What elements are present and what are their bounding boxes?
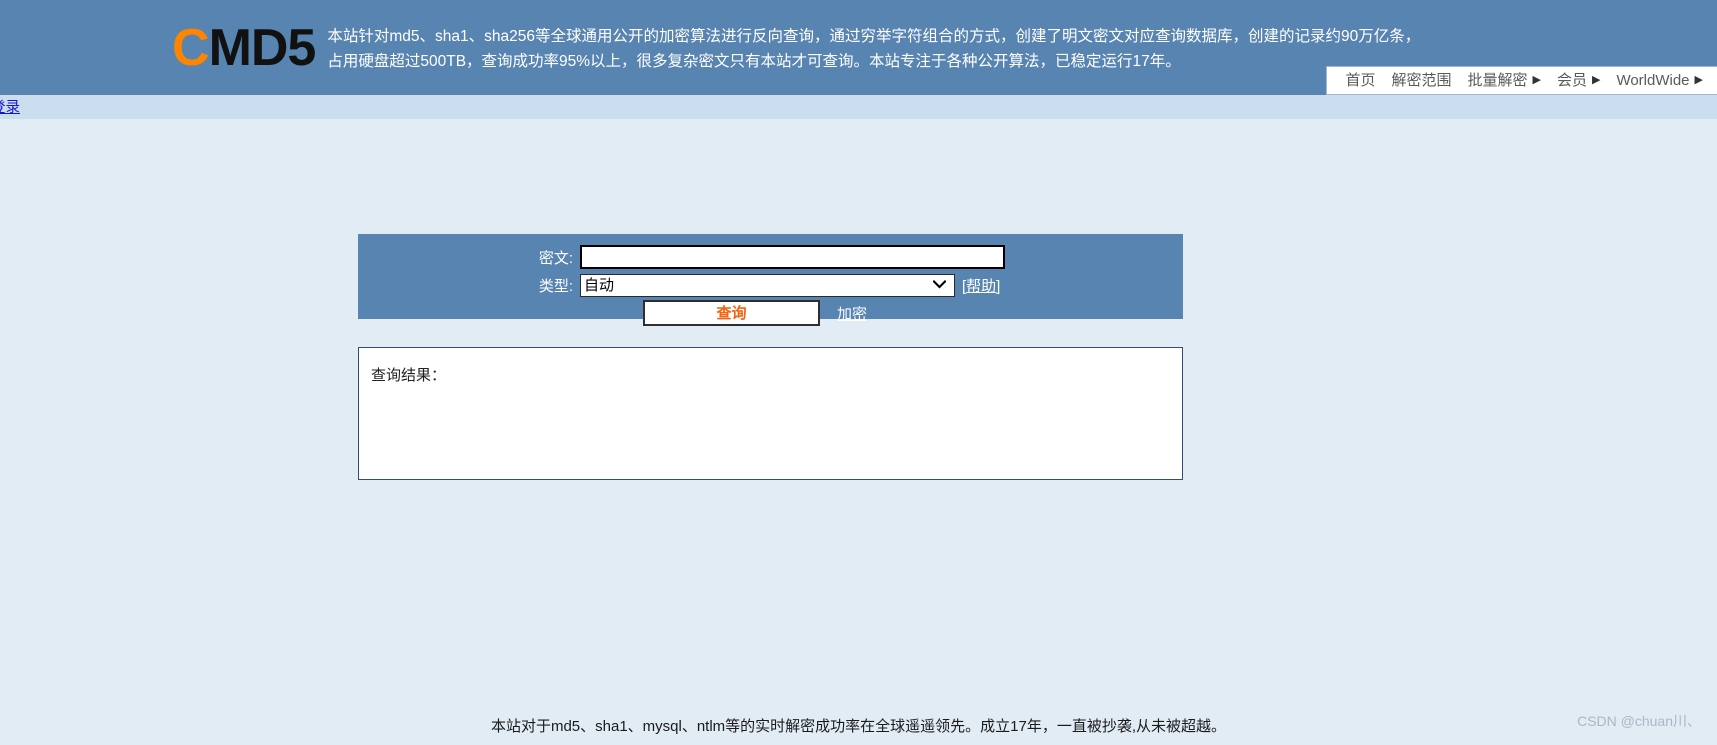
ciphertext-row: 密文: [358,244,1183,270]
query-button[interactable]: 查询 [643,300,820,326]
site-logo[interactable]: CMD5 [172,18,317,77]
site-description-line-1: 本站针对md5、sha1、sha256等全球通用公开的加密算法进行反向查询，通过… [327,27,1421,45]
site-header: CMD5 本站针对md5、sha1、sha256等全球通用公开的加密算法进行反向… [0,0,1717,95]
nav-item-home[interactable]: 首页 [1337,67,1383,94]
main-navigation: 首页 解密范围 批量解密 ▶ 会员 ▶ WorldWide ▶ [1326,66,1717,95]
site-description-line-2: 占用硬盘超过500TB，查询成功率95%以上，很多复杂密文只有本站才可查询。本站… [327,52,1181,70]
type-row: 类型: 自动 [帮助] [358,272,1183,298]
nav-item-batch-decrypt[interactable]: 批量解密 ▶ [1459,67,1548,94]
chevron-right-icon: ▶ [1694,74,1703,86]
nav-list: 首页 解密范围 批量解密 ▶ 会员 ▶ WorldWide ▶ [1326,66,1717,95]
chevron-right-icon: ▶ [1591,74,1601,86]
encrypt-link[interactable]: 加密 [837,303,867,324]
chevron-right-icon: ▶ [1532,74,1541,86]
type-label: 类型: [538,277,573,295]
help-link[interactable]: [帮助] [962,275,1000,296]
nav-item-worldwide-label: WorldWide [1616,72,1690,89]
type-select[interactable]: 自动 [580,273,955,297]
nav-item-home-label: 首页 [1345,72,1376,89]
action-row: 查询 加密 [358,300,1183,326]
query-result-label: 查询结果： [371,367,447,384]
csdn-watermark: CSDN @chuan川、 [1577,713,1701,729]
nav-item-worldwide[interactable]: WorldWide ▶ [1608,67,1711,94]
nav-item-decrypt-scope-label: 解密范围 [1391,72,1452,89]
nav-item-member-label: 会员 [1556,72,1587,89]
query-result-box: 查询结果： [358,347,1183,480]
secondary-bar: 登录 [0,95,1717,119]
main-content: 密文: 类型: 自动 [帮助] 查询 加密 查询结果： 本站对于md5、sha1… [0,119,1717,745]
type-select-wrapper: 自动 [580,273,955,297]
footer-note: 本站对于md5、sha1、mysql、ntlm等的实时解密成功率在全球遥遥领先。… [490,718,1227,735]
nav-item-decrypt-scope[interactable]: 解密范围 [1383,67,1459,94]
logo-text-md5: MD5 [208,18,317,77]
login-link[interactable]: 登录 [0,96,20,117]
ciphertext-label: 密文: [538,249,573,267]
query-form-panel: 密文: 类型: 自动 [帮助] 查询 加密 [358,234,1183,326]
nav-item-member[interactable]: 会员 ▶ [1549,67,1608,94]
nav-item-batch-decrypt-label: 批量解密 [1467,72,1528,89]
logo-letter-c: C [172,18,210,77]
ciphertext-input[interactable] [580,245,1005,269]
site-description: 本站针对md5、sha1、sha256等全球通用公开的加密算法进行反向查询，通过… [327,22,1421,74]
